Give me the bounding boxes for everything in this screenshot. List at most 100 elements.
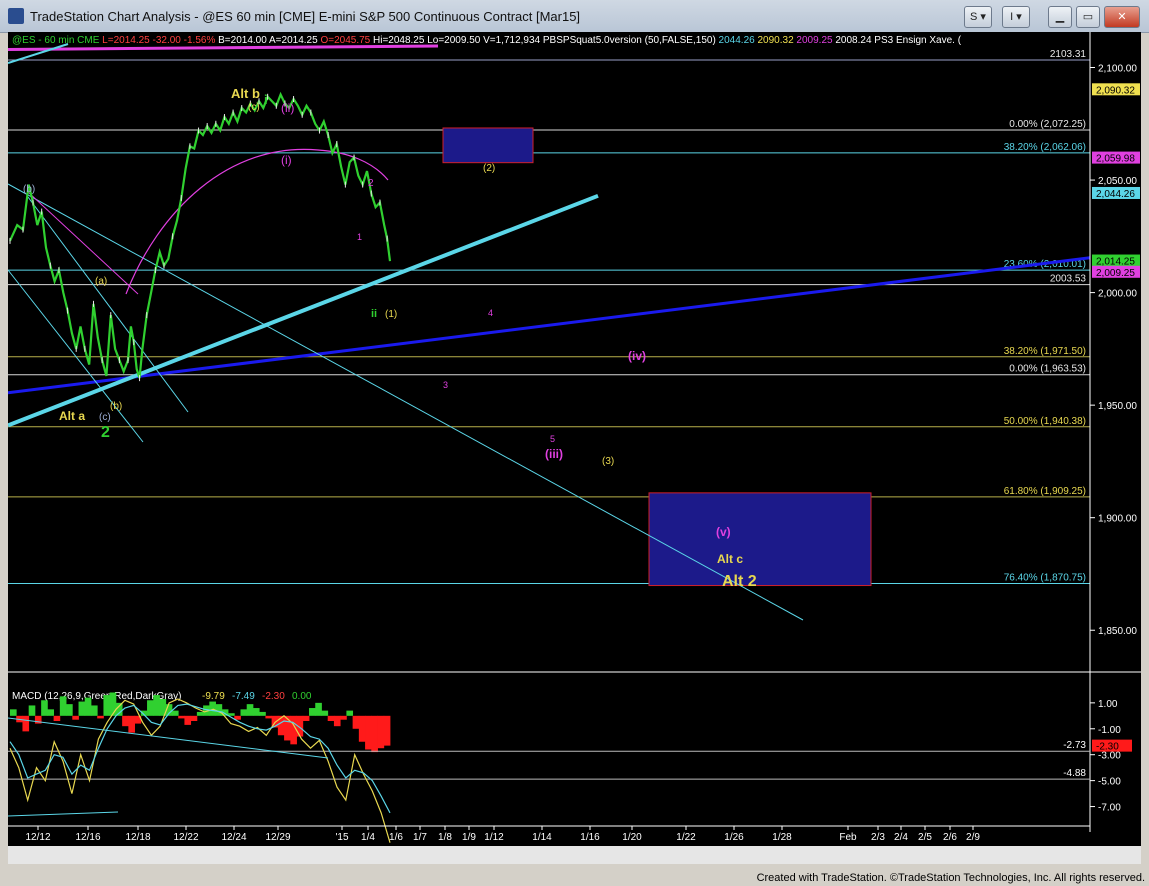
time-tick-label: 12/12 xyxy=(25,832,50,843)
macd-histogram-bar xyxy=(302,715,310,721)
macd-histogram-bar xyxy=(352,715,360,729)
time-tick-label: 1/6 xyxy=(389,832,403,843)
macd-histogram-bar xyxy=(315,702,322,716)
macd-histogram-bar xyxy=(128,715,135,733)
macd-histogram-bar xyxy=(84,697,92,716)
macd-histogram-bar xyxy=(246,704,254,716)
cyan-trendline xyxy=(8,193,599,428)
macd-value-tag-label: -2.30 xyxy=(1096,742,1119,753)
macd-histogram-bar xyxy=(252,708,260,716)
macd-level-label: -4.88 xyxy=(1063,768,1086,779)
time-axis: 12/12 12/16 12/18 12/22 12/24 12/29 '15 1/4 1/6 1… xyxy=(8,825,1090,843)
wave-label: (b) xyxy=(23,184,35,195)
macd-histogram-bar xyxy=(28,705,36,716)
wave-label: (i) xyxy=(281,153,292,167)
time-tick-label: '15 xyxy=(335,832,348,843)
price-line xyxy=(9,91,392,379)
time-tick-label: 1/26 xyxy=(724,832,744,843)
macd-panel: MACD (12,26,9,Green,Red,DarkGray) -9.79 -7… xyxy=(7,671,1141,843)
wave-label: (3) xyxy=(602,456,614,467)
fib-level-label: 2003.53 xyxy=(1050,274,1087,285)
time-tick-label: 1/14 xyxy=(532,832,552,843)
close-icon: ✕ xyxy=(1117,11,1127,23)
wave-label: 5 xyxy=(550,434,555,444)
macd-histogram-bar xyxy=(153,695,160,716)
header-value: -1.56% xyxy=(181,35,216,46)
macd-histogram-bar xyxy=(178,715,185,719)
wave-label: (v) xyxy=(716,525,731,539)
time-tick-label: 1/16 xyxy=(580,832,600,843)
header-value: 2009.25 xyxy=(794,35,833,46)
wave-label: (2) xyxy=(483,163,495,174)
time-tick-label: 2/6 xyxy=(943,832,957,843)
target-box-alt2 xyxy=(648,492,872,587)
time-tick-label: 1/4 xyxy=(361,832,375,843)
price-tag-label: 2,090.32 xyxy=(1096,85,1135,96)
time-tick-label: 2/9 xyxy=(966,832,980,843)
horizontal-scrollbar[interactable] xyxy=(8,846,1141,864)
macd-tick-label: -7.00 xyxy=(1098,803,1121,814)
macd-histogram-bar xyxy=(47,709,55,716)
price-tick-label: 2,050.00 xyxy=(1098,176,1137,187)
wave-label: 1 xyxy=(357,232,362,242)
wave-label: Alt c xyxy=(717,552,743,566)
wave-label: Alt b xyxy=(231,86,260,101)
target-box-2 xyxy=(442,127,534,164)
macd-tick-label: -5.00 xyxy=(1098,777,1121,788)
chevron-down-icon: ▾ xyxy=(1013,11,1022,23)
header-value: 2044.26 xyxy=(716,35,755,46)
price-tick-label: 1,850.00 xyxy=(1098,626,1137,637)
wave-label: 3 xyxy=(443,380,448,390)
macd-histogram-bar xyxy=(196,711,204,716)
macd-histogram-bar xyxy=(371,715,378,753)
price-tick-label: 2,100.00 xyxy=(1098,64,1137,75)
wave-label: (a) xyxy=(95,276,107,287)
macd-histogram-bar xyxy=(259,711,266,716)
symbol-linking-s-button[interactable]: S ▾ xyxy=(964,6,992,28)
wave-label: Alt a xyxy=(59,409,85,423)
macd-histogram-bar xyxy=(109,692,117,716)
footer-credit: Created with TradeStation. ©TradeStation… xyxy=(756,872,1145,884)
close-button[interactable]: ✕ xyxy=(1104,6,1140,28)
macd-histogram-bar xyxy=(78,701,86,716)
fib-level-label: 38.20% (1,971.50) xyxy=(1004,346,1086,357)
fib-level-label: 61.80% (1,909.25) xyxy=(1004,486,1086,497)
time-tick-label: 1/9 xyxy=(462,832,476,843)
header-value: B=2014.00 xyxy=(215,35,267,46)
fib-level-label: 38.20% (2,062.06) xyxy=(1004,142,1086,153)
macd-histogram-bar xyxy=(147,700,154,716)
macd-histogram-bar xyxy=(59,696,67,716)
macd-histogram-bar xyxy=(277,715,285,736)
wave-label: (c) xyxy=(99,412,111,423)
wave-label: 2 xyxy=(101,424,110,441)
fib-level-label: 0.00% (1,963.53) xyxy=(1009,364,1086,375)
interval-linking-i-button[interactable]: I ▾ xyxy=(1002,6,1030,28)
maximize-button[interactable]: ▭ xyxy=(1076,6,1100,28)
minimize-button[interactable]: ▁ xyxy=(1048,6,1072,28)
time-tick-label: 1/12 xyxy=(484,832,504,843)
chart-svg[interactable]: 2103.31 0.00% (2,072.25) 38.20% (2,062.06)… xyxy=(7,32,1141,864)
macd-histogram-bar xyxy=(190,715,198,721)
time-tick-label: 12/16 xyxy=(75,832,100,843)
macd-header-value: 0.00 xyxy=(292,691,312,702)
blue-trendline xyxy=(8,256,1090,395)
macd-histogram-bar xyxy=(22,715,30,732)
macd-histogram-bar xyxy=(103,695,111,716)
fib-level-label: 50.00% (1,940.38) xyxy=(1004,416,1086,427)
header-value: A=2014.25 xyxy=(267,35,318,46)
header-value: PBSPSquat5.0version (50,FALSE,150) xyxy=(540,35,716,46)
price-axis: 2,100.00 2,050.00 2,000.00 1,950.00 1,900.00… xyxy=(1089,32,1141,832)
macd-header-value: -7.49 xyxy=(232,691,255,702)
time-tick-label: 1/20 xyxy=(622,832,642,843)
minimize-icon: ▁ xyxy=(1055,11,1065,23)
macd-histogram-bar xyxy=(321,710,329,716)
macd-histogram-bar xyxy=(240,709,248,716)
macd-histogram-bar xyxy=(115,702,123,716)
chart-area[interactable]: 2103.31 0.00% (2,072.25) 38.20% (2,062.06)… xyxy=(7,32,1141,864)
macd-histogram-bar xyxy=(184,715,192,725)
macd-histogram-bar xyxy=(346,710,354,716)
macd-histogram-bar xyxy=(358,715,366,742)
wave-label: Alt 2 xyxy=(722,573,757,590)
macd-histogram-bar xyxy=(340,715,347,720)
macd-histogram-bar xyxy=(53,715,61,721)
